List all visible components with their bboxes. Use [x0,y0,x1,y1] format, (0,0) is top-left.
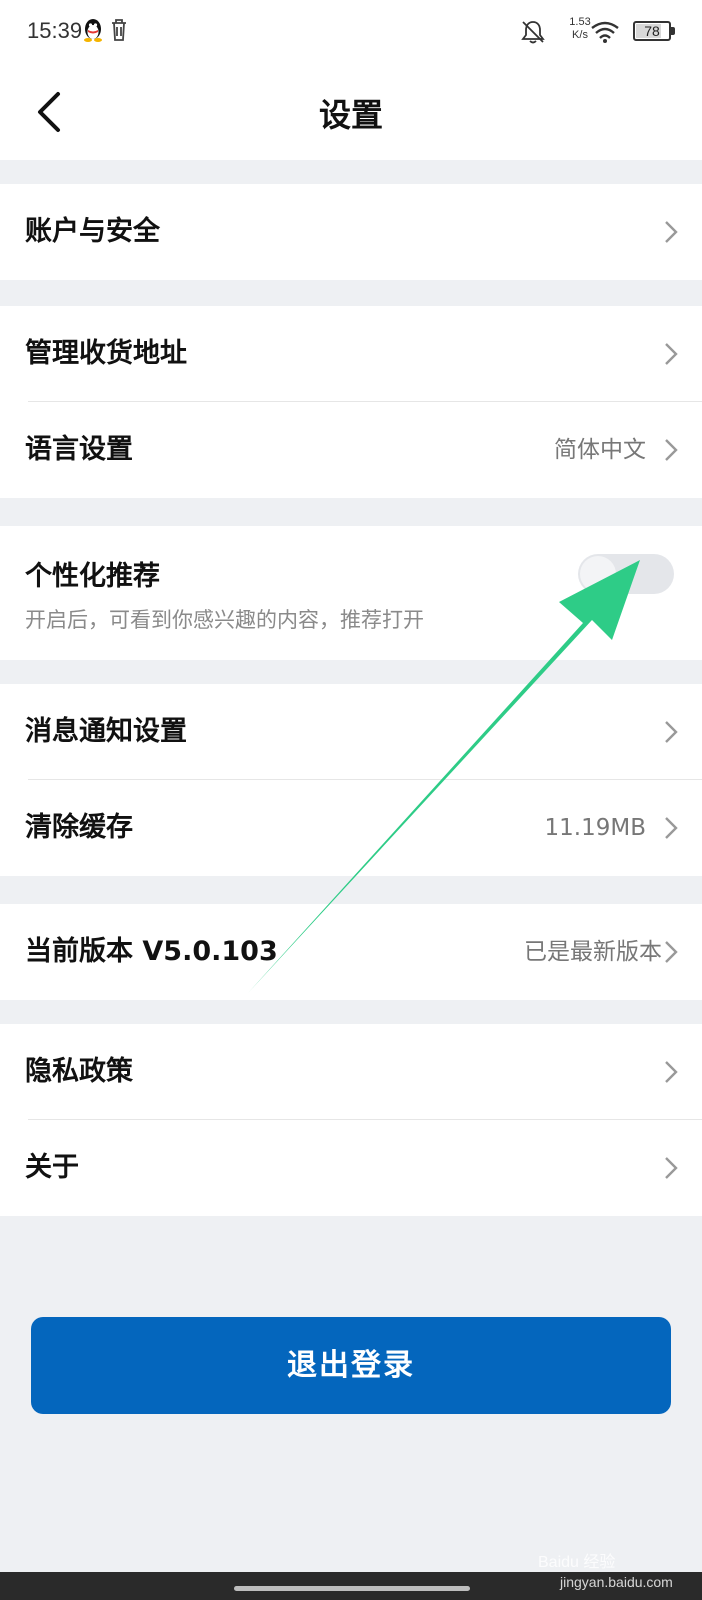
chevron-right-icon [665,941,678,963]
account-security-row[interactable]: 账户与安全 [0,184,702,280]
wifi-icon [591,21,619,43]
chevron-right-icon [665,817,678,839]
about-row[interactable]: 关于 [0,1120,702,1216]
baidu-watermark: Baidu 经验 [538,1554,616,1571]
language-row[interactable]: 语言设置 简体中文 [0,402,702,498]
version-row[interactable]: 当前版本 V5.0.103 已是最新版本 [0,904,702,1000]
status-bar: 15:39 1.53 K/s 78 [0,0,702,64]
battery-tip [671,27,675,35]
language-label: 语言设置 [25,434,133,465]
privacy-row[interactable]: 隐私政策 [0,1024,702,1120]
recommend-row: 个性化推荐 开启后，可看到你感兴趣的内容，推荐打开 [0,526,702,660]
chevron-right-icon [665,439,678,461]
version-status: 已是最新版本 [524,939,662,965]
recommend-toggle[interactable] [578,554,674,594]
language-value: 简体中文 [554,437,646,463]
chevron-right-icon [665,1061,678,1083]
watermark-url: jingyan.baidu.com [560,1574,673,1590]
qq-penguin-icon [84,19,102,42]
logout-button[interactable]: 退出登录 [31,1317,671,1414]
battery-icon: 78 [633,21,671,41]
bell-muted-icon [521,21,545,44]
privacy-label: 隐私政策 [25,1056,133,1087]
notifications-row[interactable]: 消息通知设置 [0,684,702,780]
chevron-right-icon [665,343,678,365]
toggle-knob [580,556,616,592]
chevron-right-icon [665,221,678,243]
account-security-label: 账户与安全 [25,216,160,247]
trash-icon [112,19,126,41]
nav-bar: 设置 [0,64,702,160]
address-label: 管理收货地址 [25,338,187,369]
clear-cache-row[interactable]: 清除缓存 11.19MB [0,780,702,876]
chevron-right-icon [665,721,678,743]
battery-percent: 78 [644,23,660,39]
recommend-description: 开启后，可看到你感兴趣的内容，推荐打开 [25,608,424,632]
address-row[interactable]: 管理收货地址 [0,306,702,402]
home-gesture-handle[interactable] [234,1586,470,1591]
chevron-right-icon [665,1157,678,1179]
version-label: 当前版本 V5.0.103 [25,936,278,967]
page-title: 设置 [318,96,383,134]
recommend-label: 个性化推荐 [25,561,160,592]
about-label: 关于 [25,1152,79,1183]
clear-cache-label: 清除缓存 [25,812,133,843]
cache-size: 11.19MB [544,815,646,841]
notifications-label: 消息通知设置 [25,716,187,747]
status-time: 15:39 [27,18,83,43]
